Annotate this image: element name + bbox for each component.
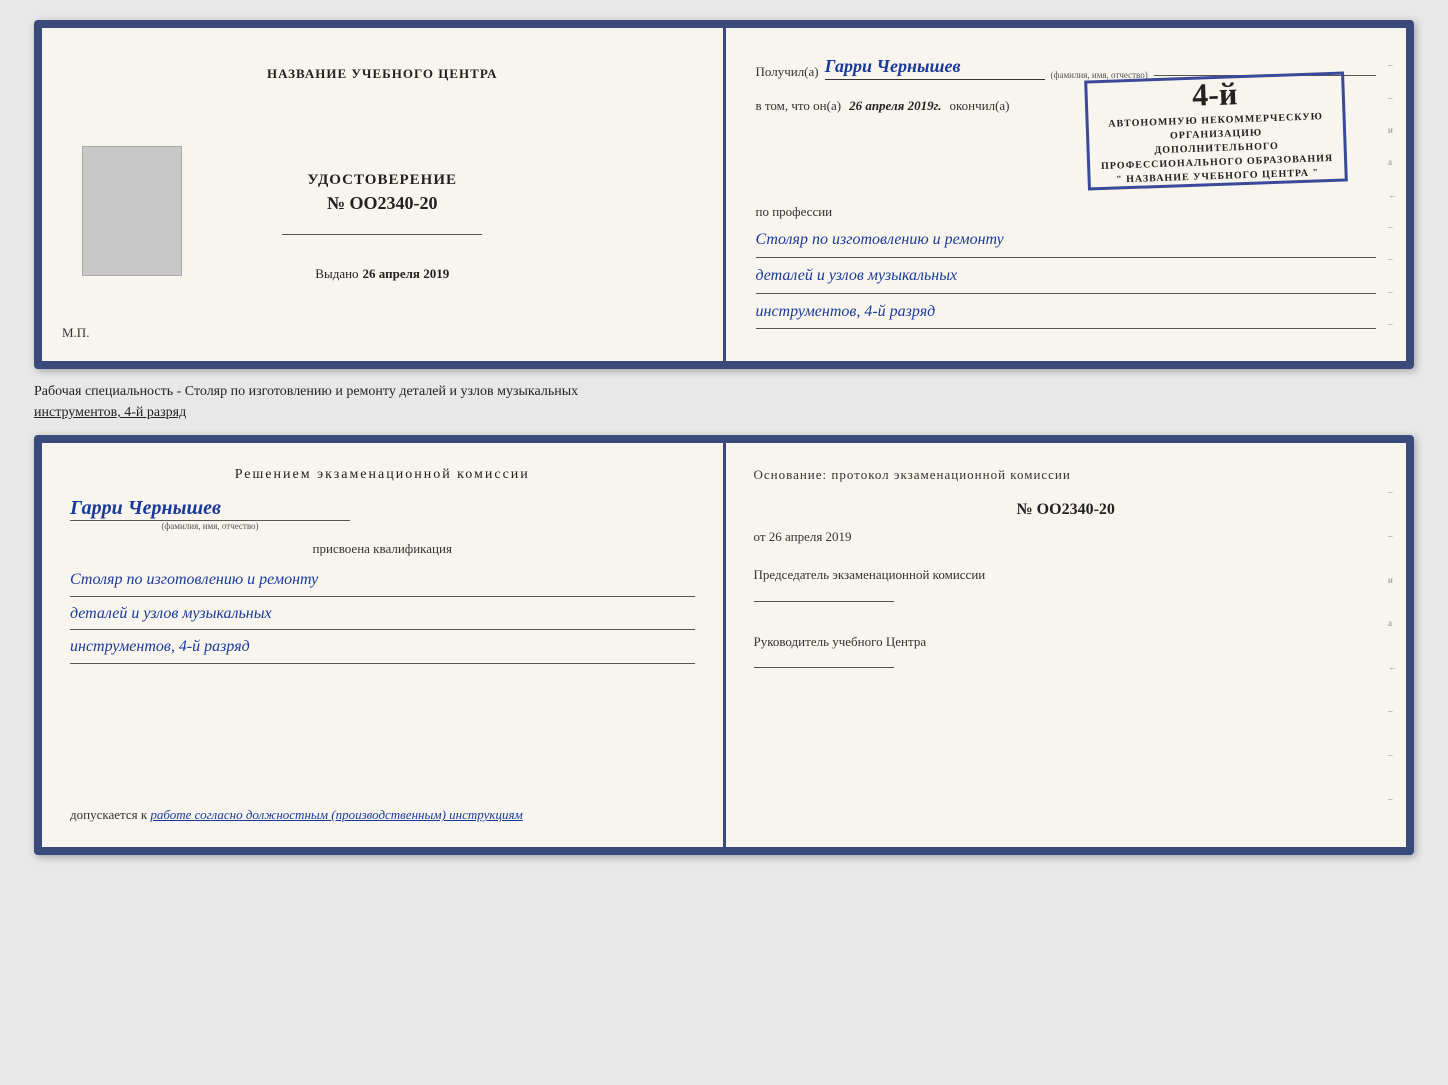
stamp-overlay: 4-й АВТОНОМНУЮ НЕКОММЕРЧЕСКУЮ ОРГАНИЗАЦИ… bbox=[1084, 71, 1348, 190]
udostoverenie-block: УДОСТОВЕРЕНИЕ № OO2340-20 bbox=[308, 172, 458, 214]
poluchil-label: Получил(а) bbox=[756, 64, 819, 80]
margin-char-7: – bbox=[1388, 254, 1402, 264]
margin-char-2: – bbox=[1388, 93, 1402, 103]
recipient-name: Гарри Чернышев bbox=[825, 56, 1045, 80]
top-left-page: НАЗВАНИЕ УЧЕБНОГО ЦЕНТРА УДОСТОВЕРЕНИЕ №… bbox=[42, 28, 726, 361]
bottom-right-margin: – – и а ← – – – bbox=[1384, 443, 1406, 847]
osnovanie-title: Основание: протокол экзаменационной коми… bbox=[754, 467, 1379, 483]
prisvoyena-label: присвоена квалификация bbox=[70, 541, 695, 557]
photo-placeholder bbox=[82, 146, 182, 276]
dopuskaetsya-prefix: допускается к bbox=[70, 807, 147, 822]
po-professii-section: по профессии Столяр по изготовлению и ре… bbox=[756, 204, 1377, 329]
vydano-date: 26 апреля 2019 bbox=[363, 266, 450, 281]
dopuskaetsya-block: допускается к работе согласно должностны… bbox=[70, 807, 523, 823]
rukovoditel-block: Руководитель учебного Центра bbox=[754, 632, 1379, 669]
vtom-date: 26 апреля 2019г. bbox=[849, 98, 941, 114]
bottom-name: Гарри Чернышев bbox=[70, 497, 221, 520]
bottom-left-page: Решением экзаменационной комиссии Гарри … bbox=[42, 443, 726, 847]
top-document-spread: НАЗВАНИЕ УЧЕБНОГО ЦЕНТРА УДОСТОВЕРЕНИЕ №… bbox=[34, 20, 1414, 369]
profession-line-2: деталей и узлов музыкальных bbox=[756, 262, 1377, 294]
vydano-block: Выдано 26 апреля 2019 bbox=[315, 265, 449, 283]
margin-char-4: а bbox=[1388, 157, 1402, 167]
margin-char-6: – bbox=[1388, 222, 1402, 232]
predsedatel-sign-line bbox=[754, 601, 894, 602]
mp-label: М.П. bbox=[62, 325, 89, 341]
bottom-document-spread: Решением экзаменационной комиссии Гарри … bbox=[34, 435, 1414, 855]
qual-line-2: деталей и узлов музыкальных bbox=[70, 599, 695, 630]
margin-char-3: и bbox=[1388, 125, 1402, 135]
udostoverenie-title: УДОСТОВЕРЕНИЕ bbox=[308, 172, 458, 189]
vtom-prefix: в том, что он(а) bbox=[756, 98, 842, 114]
po-professii-label: по профессии bbox=[756, 204, 1377, 220]
profession-line-3: инструментов, 4-й разряд bbox=[756, 298, 1377, 330]
margin-char-1: – bbox=[1388, 60, 1402, 70]
vydano-label: Выдано bbox=[315, 266, 358, 281]
rukovoditel-title: Руководитель учебного Центра bbox=[754, 634, 927, 649]
separator-line bbox=[282, 234, 482, 235]
profession-line-1: Столяр по изготовлению и ремонту bbox=[756, 226, 1377, 258]
ot-date-value: 26 апреля 2019 bbox=[769, 529, 852, 544]
margin-char-5: ← bbox=[1388, 190, 1402, 200]
stamp-line-1: АВТОНОМНУЮ НЕКОММЕРЧЕСКУЮ ОРГАНИЗАЦИЮ ДО… bbox=[1096, 110, 1336, 188]
margin-char-8: – bbox=[1388, 287, 1402, 297]
qual-line-1: Столяр по изготовлению и ремонту bbox=[70, 565, 695, 596]
caption-underlined: инструментов, 4-й разряд bbox=[34, 405, 186, 420]
udostoverenie-number: № OO2340-20 bbox=[308, 193, 458, 214]
right-margin-decoration: – – и а ← – – – – bbox=[1384, 28, 1406, 361]
qual-line-3: инструментов, 4-й разряд bbox=[70, 632, 695, 663]
predsedatel-block: Председатель экзаменационной комиссии bbox=[754, 565, 1379, 602]
caption-block: Рабочая специальность - Столяр по изгото… bbox=[34, 381, 1414, 423]
profession-text: Столяр по изготовлению и ремонту деталей… bbox=[756, 226, 1377, 329]
resheniem-title: Решением экзаменационной комиссии bbox=[70, 467, 695, 483]
okonchil-label: окончил(а) bbox=[949, 98, 1009, 114]
predsedatel-title: Председатель экзаменационной комиссии bbox=[754, 567, 986, 582]
left-page-content: НАЗВАНИЕ УЧЕБНОГО ЦЕНТРА УДОСТОВЕРЕНИЕ №… bbox=[72, 56, 693, 333]
protocol-number: № OO2340-20 bbox=[754, 501, 1379, 519]
top-right-page: Получил(а) Гарри Чернышев (фамилия, имя,… bbox=[726, 28, 1407, 361]
rukovoditel-sign-line bbox=[754, 667, 894, 668]
name-block-2: Гарри Чернышев (фамилия, имя, отчество) bbox=[70, 497, 695, 531]
ot-prefix: от bbox=[754, 529, 766, 544]
right-page-content: Получил(а) Гарри Чернышев (фамилия, имя,… bbox=[756, 56, 1377, 333]
bottom-fio-label: (фамилия, имя, отчество) bbox=[70, 521, 350, 531]
stamp-year: 4-й bbox=[1192, 77, 1238, 111]
margin-char-9: – bbox=[1388, 319, 1402, 329]
caption-main: Рабочая специальность - Столяр по изгото… bbox=[34, 384, 578, 399]
dopuskaetsya-text: работе согласно должностным (производств… bbox=[150, 807, 522, 822]
ot-date: от 26 апреля 2019 bbox=[754, 529, 1379, 545]
center-title: НАЗВАНИЕ УЧЕБНОГО ЦЕНТРА bbox=[267, 66, 498, 82]
qualification-block: Столяр по изготовлению и ремонту деталей… bbox=[70, 565, 695, 663]
bottom-right-page: Основание: протокол экзаменационной коми… bbox=[726, 443, 1407, 847]
